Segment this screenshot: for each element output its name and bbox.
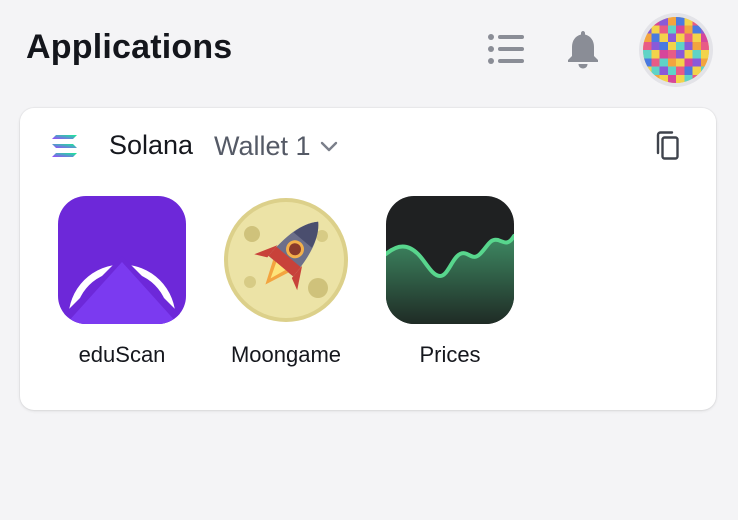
page-title: Applications: [26, 28, 233, 66]
copy-icon: [656, 131, 679, 160]
network-label: Solana: [109, 130, 194, 160]
app-moongame[interactable]: Moongame: [222, 196, 350, 368]
app-eduscan[interactable]: eduScan: [58, 196, 186, 368]
copy-address-button[interactable]: [650, 128, 684, 164]
wallet-name: Wallet 1: [214, 130, 311, 161]
app-name: Prices: [419, 342, 481, 367]
list-button[interactable]: [484, 28, 528, 70]
notifications-button[interactable]: [561, 26, 605, 72]
moongame-rocket-icon: [224, 198, 348, 322]
wallet-card-header: Solana Wallet 1: [20, 108, 716, 184]
app-prices[interactable]: Prices: [386, 196, 514, 368]
avatar: [643, 17, 709, 83]
eduscan-icon: [58, 196, 186, 324]
wallet-selector[interactable]: Wallet 1: [214, 128, 339, 164]
header: Applications: [0, 0, 738, 100]
wallet-card: Solana Wallet 1 eduScan Moongame Prices: [20, 108, 716, 410]
chevron-down-icon: [320, 141, 337, 152]
bell-icon: [568, 31, 598, 69]
app-name: Moongame: [230, 342, 342, 367]
list-icon: [488, 34, 524, 64]
app-name: eduScan: [78, 342, 166, 367]
apps-grid: eduScan Moongame Prices: [58, 196, 514, 368]
solana-logo-icon: [52, 135, 77, 157]
prices-chart-icon: [386, 196, 514, 324]
avatar-button[interactable]: [639, 13, 713, 87]
